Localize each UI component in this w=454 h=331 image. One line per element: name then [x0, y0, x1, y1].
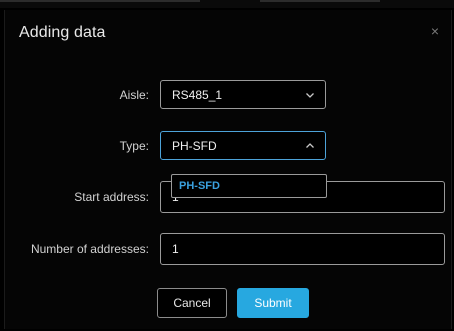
close-icon[interactable]: × [427, 23, 443, 39]
chevron-up-icon [306, 142, 314, 148]
type-option[interactable]: PH-SFD [179, 180, 220, 192]
type-select-value: PH-SFD [172, 138, 217, 153]
type-label: Type: [119, 139, 149, 153]
aisle-label: Aisle: [119, 88, 149, 102]
start-address-label: Start address: [74, 190, 149, 204]
submit-button[interactable]: Submit [237, 288, 309, 318]
adding-data-dialog: Adding data × [4, 10, 452, 329]
background-window-border [260, 0, 380, 2]
number-of-addresses-value: 1 [172, 242, 179, 256]
background-window-edge [0, 0, 454, 8]
background-window-border [0, 0, 200, 2]
screen: Adding data × Aisle: RS485_1 Type: PH-SF… [0, 0, 454, 331]
type-select[interactable]: PH-SFD [160, 131, 326, 160]
dialog-title: Adding data [19, 24, 106, 41]
aisle-select[interactable]: RS485_1 [160, 80, 326, 109]
chevron-down-icon [306, 92, 314, 98]
number-of-addresses-input[interactable]: 1 [160, 233, 445, 265]
aisle-select-value: RS485_1 [172, 87, 223, 102]
type-dropdown-menu: PH-SFD [171, 174, 327, 198]
cancel-button[interactable]: Cancel [157, 288, 227, 318]
number-of-addresses-label: Number of addresses: [30, 242, 149, 256]
